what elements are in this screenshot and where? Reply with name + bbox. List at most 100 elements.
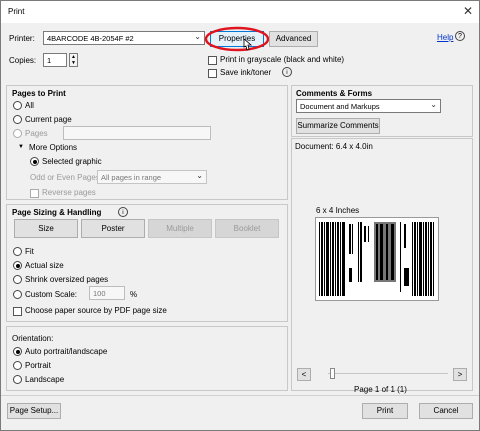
help-icon[interactable]: ?	[455, 31, 465, 41]
advanced-button[interactable]: Advanced	[269, 31, 318, 47]
pages-radio[interactable]	[13, 129, 22, 138]
size-label: Size	[38, 224, 54, 233]
landscape-radio[interactable]	[13, 375, 22, 384]
actual-size-label: Actual size	[25, 261, 64, 270]
all-radio[interactable]	[13, 101, 22, 110]
booklet-button[interactable]: Booklet	[215, 219, 279, 238]
chevron-down-icon: ⌄	[194, 32, 201, 41]
custom-scale-input[interactable]: 100	[89, 286, 125, 300]
actual-size-radio[interactable]	[13, 261, 22, 270]
pages-to-print-panel: Pages to Print All Current page Pages ▼ …	[6, 85, 288, 200]
booklet-label: Booklet	[233, 224, 261, 233]
print-label: Print	[376, 406, 394, 415]
next-page-button[interactable]: >	[453, 368, 467, 381]
reverse-pages-label: Reverse pages	[42, 188, 96, 197]
grayscale-checkbox[interactable]	[208, 56, 217, 65]
reverse-pages-checkbox[interactable]	[30, 189, 39, 198]
landscape-label: Landscape	[25, 375, 65, 384]
expand-triangle-icon[interactable]: ▼	[18, 144, 24, 150]
pages-range-input[interactable]	[63, 126, 211, 140]
shipping-label-thumbnail	[316, 218, 438, 300]
mouse-cursor-icon	[243, 38, 253, 51]
document-size-label: Document: 6.4 x 4.0in	[295, 142, 373, 151]
comments-heading: Comments & Forms	[296, 89, 373, 98]
portrait-label: Portrait	[25, 361, 51, 370]
pages-heading: Pages to Print	[12, 89, 66, 98]
custom-scale-radio[interactable]	[13, 290, 22, 299]
page-setup-button[interactable]: Page Setup...	[7, 403, 61, 419]
odd-even-select[interactable]: All pages in range ⌄	[97, 170, 207, 184]
grayscale-label: Print in grayscale (black and white)	[220, 55, 345, 64]
help-link[interactable]: Help	[437, 33, 453, 42]
title-bar: Print ✕	[1, 1, 479, 23]
portrait-radio[interactable]	[13, 361, 22, 370]
poster-button[interactable]: Poster	[81, 219, 145, 238]
copies-value: 1	[47, 56, 52, 65]
odd-even-value: All pages in range	[101, 173, 162, 182]
multiple-button[interactable]: Multiple	[148, 219, 212, 238]
chevron-down-icon: ⌄	[196, 171, 203, 180]
preview-panel: Document: 6.4 x 4.0in 6 x 4 Inches < > P…	[291, 138, 473, 394]
shrink-label: Shrink oversized pages	[25, 275, 109, 284]
pages-label: Pages	[25, 129, 48, 138]
current-page-radio[interactable]	[13, 115, 22, 124]
save-ink-label: Save ink/toner	[220, 68, 272, 77]
summarize-comments-button[interactable]: Summarize Comments	[296, 118, 380, 134]
comments-select[interactable]: Document and Markups ⌄	[296, 99, 441, 113]
printer-value: 4BARCODE 4B-2054F #2	[47, 34, 134, 43]
print-dialog: Print ✕ Printer: 4BARCODE 4B-2054F #2 ⌄ …	[0, 0, 480, 431]
print-button[interactable]: Print	[362, 403, 408, 419]
advanced-label: Advanced	[275, 34, 312, 43]
copies-label: Copies:	[9, 56, 37, 65]
window-title: Print	[8, 7, 25, 16]
chevron-down-icon: ⌄	[430, 100, 437, 109]
sizing-info-icon[interactable]: i	[118, 207, 128, 217]
custom-scale-value: 100	[93, 289, 106, 298]
cancel-button[interactable]: Cancel	[419, 403, 473, 419]
selected-graphic-label: Selected graphic	[42, 157, 102, 166]
prev-page-button[interactable]: <	[297, 368, 311, 381]
cancel-label: Cancel	[433, 406, 459, 415]
all-label: All	[25, 101, 34, 110]
next-page-label: >	[457, 370, 463, 379]
save-ink-checkbox[interactable]	[208, 69, 217, 78]
info-icon[interactable]: i	[282, 67, 292, 77]
multiple-label: Multiple	[166, 224, 194, 233]
poster-label: Poster	[101, 224, 125, 233]
prev-page-label: <	[301, 370, 307, 379]
comments-value: Document and Markups	[300, 102, 380, 111]
paper-source-label: Choose paper source by PDF page size	[25, 306, 167, 315]
page-setup-label: Page Setup...	[9, 406, 59, 415]
current-page-label: Current page	[25, 115, 72, 124]
orientation-heading: Orientation:	[12, 334, 54, 343]
page-slider-thumb[interactable]	[330, 368, 335, 379]
copies-stepper[interactable]: ▲ ▼	[69, 53, 78, 67]
orientation-panel: Orientation: Auto portrait/landscape Por…	[6, 326, 288, 391]
printer-label: Printer:	[9, 34, 35, 43]
page-size-label: 6 x 4 Inches	[316, 206, 360, 215]
sizing-heading: Page Sizing & Handling	[12, 208, 102, 217]
odd-even-label: Odd or Even Pages:	[30, 173, 103, 182]
footer-divider	[1, 395, 479, 396]
copies-input[interactable]: 1	[43, 53, 67, 67]
fit-label: Fit	[25, 247, 34, 256]
auto-orientation-radio[interactable]	[13, 347, 22, 356]
more-options-label[interactable]: More Options	[29, 143, 77, 152]
size-button[interactable]: Size	[14, 219, 78, 238]
summarize-label: Summarize Comments	[297, 121, 379, 130]
fit-radio[interactable]	[13, 247, 22, 256]
custom-scale-label: Custom Scale:	[25, 290, 78, 299]
selected-graphic-radio[interactable]	[30, 157, 39, 166]
page-sizing-panel: Page Sizing & Handling i Size Poster Mul…	[6, 204, 288, 322]
percent-label: %	[130, 290, 138, 299]
label-preview	[315, 217, 439, 301]
paper-source-checkbox[interactable]	[13, 307, 22, 316]
auto-orientation-label: Auto portrait/landscape	[25, 347, 108, 356]
highlight-ring	[204, 26, 270, 52]
comments-panel: Comments & Forms Document and Markups ⌄ …	[291, 85, 473, 137]
shrink-radio[interactable]	[13, 275, 22, 284]
close-icon[interactable]: ✕	[463, 4, 473, 18]
page-slider-track[interactable]	[328, 373, 448, 374]
printer-select[interactable]: 4BARCODE 4B-2054F #2 ⌄	[43, 31, 205, 45]
page-indicator: Page 1 of 1 (1)	[354, 385, 407, 394]
